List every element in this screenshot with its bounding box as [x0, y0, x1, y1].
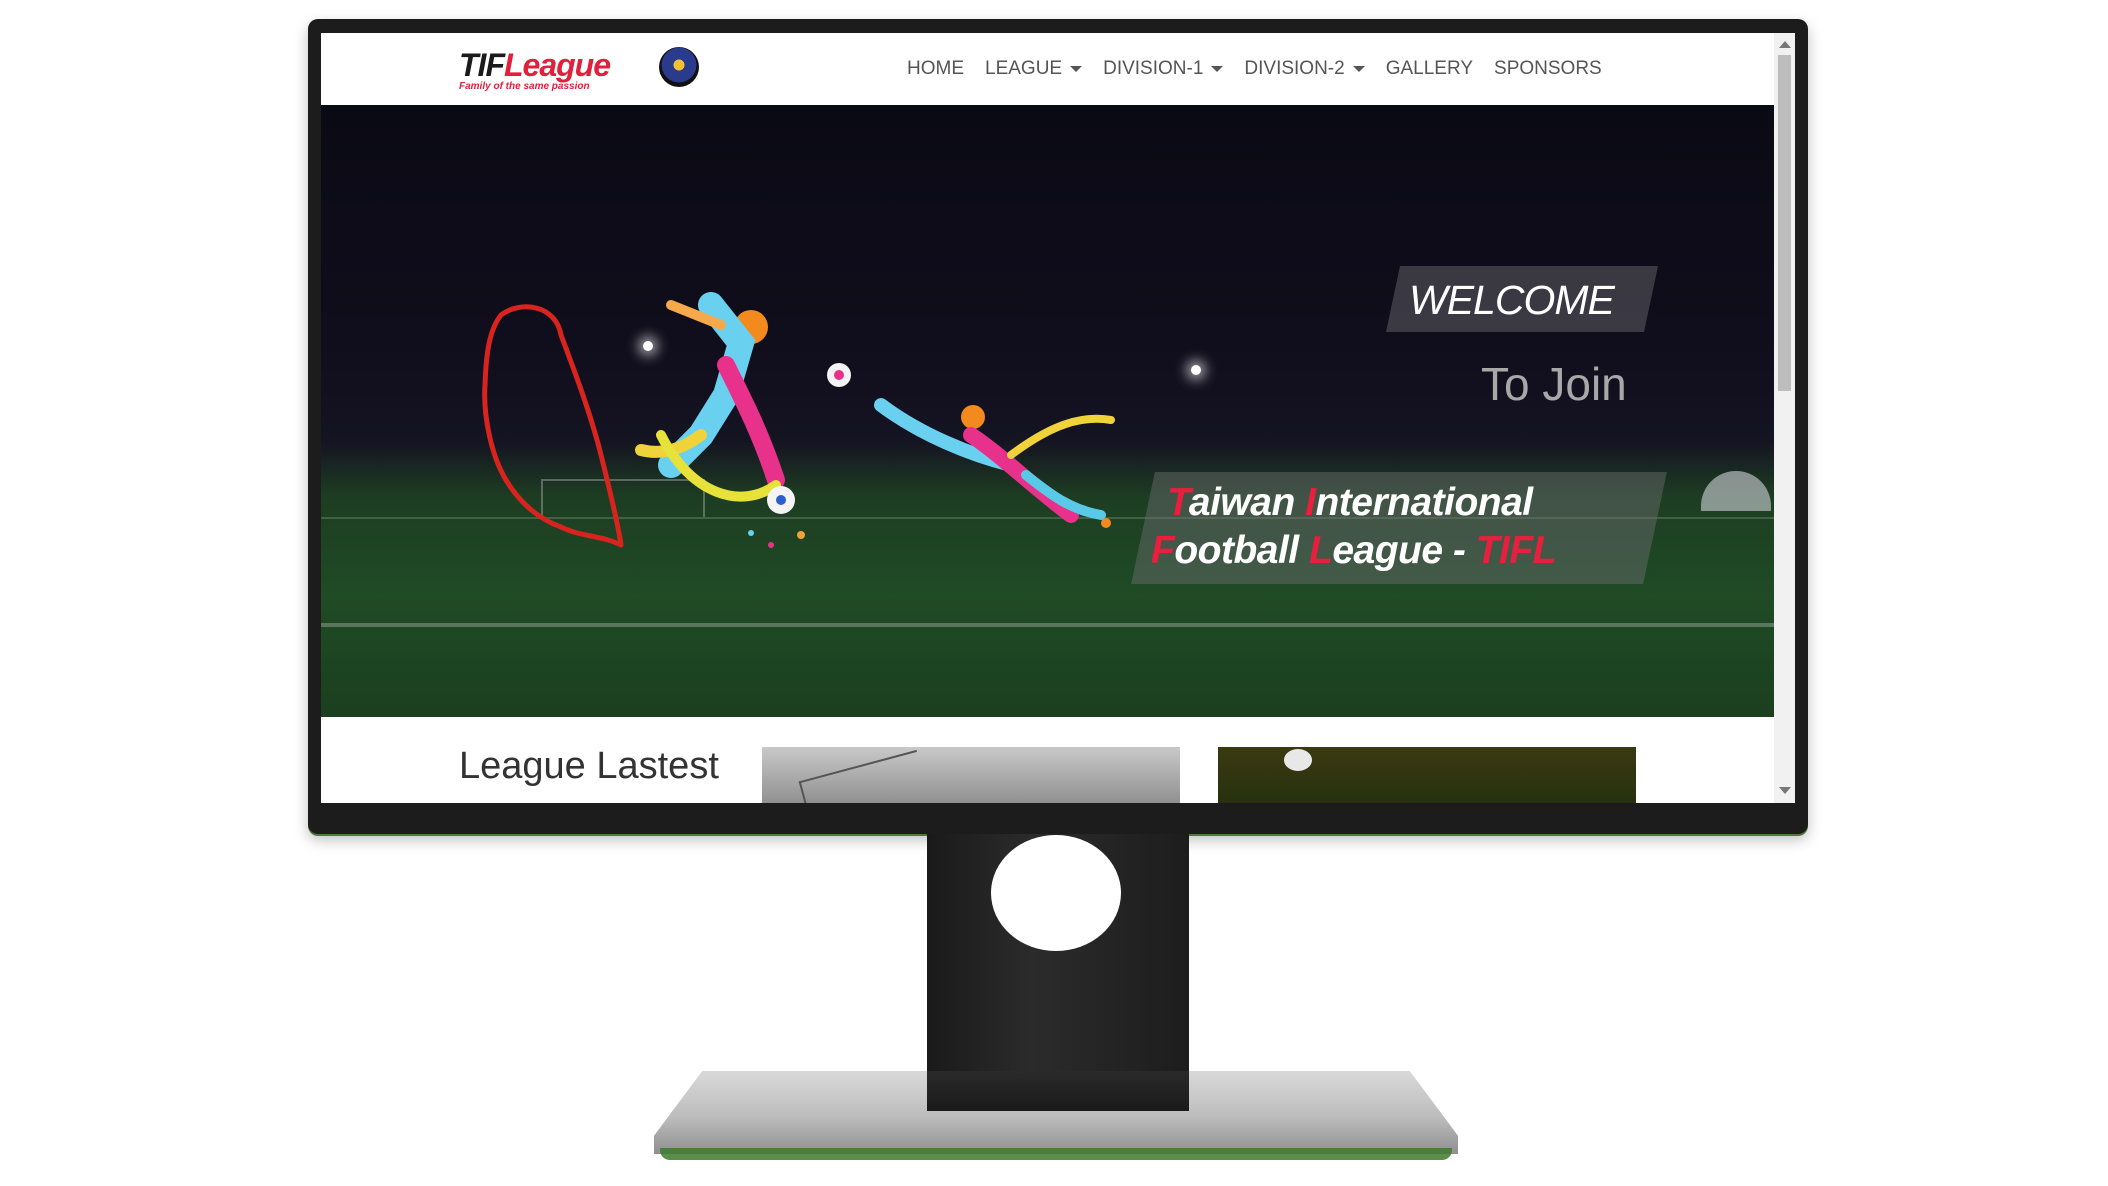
- nav-item-label: HOME: [907, 58, 964, 79]
- logo-wordmark-league: League: [503, 47, 611, 83]
- hero-league-name-line2: Football League - TIFL: [1151, 529, 1557, 573]
- chevron-down-icon: [1352, 66, 1365, 72]
- nav-item-label: GALLERY: [1385, 58, 1474, 79]
- monitor-screen: TIFLeague Family of the same passion HOM…: [321, 33, 1795, 803]
- nav-item-division-1[interactable]: DIVISION-1: [1103, 58, 1224, 80]
- league-abbreviation: TIFL: [1475, 529, 1557, 572]
- tif-league-logo[interactable]: TIFLeague Family of the same passion: [459, 45, 719, 95]
- goal-net-image: [798, 749, 928, 803]
- scrollbar-thumb[interactable]: [1778, 55, 1791, 391]
- word-fragment: nternational: [1315, 481, 1533, 524]
- monitor-stand-cable-hole: [991, 835, 1121, 951]
- football-icon: [1284, 749, 1312, 771]
- page-scrollbar[interactable]: [1774, 33, 1795, 803]
- word-fragment: ootball: [1174, 529, 1309, 572]
- hero-welcome-text: WELCOME: [1409, 277, 1615, 323]
- news-card-thumbnail[interactable]: [1218, 747, 1636, 803]
- initial-letter: I: [1305, 481, 1316, 524]
- main-nav-menu: HOME LEAGUE DIVISION-1 DIVISION-2 GALLERY SPO…: [907, 33, 1623, 105]
- chevron-down-icon: [1070, 66, 1083, 72]
- nav-item-label: DIVISION-2: [1244, 58, 1345, 79]
- logo-wordmark: TIFLeague: [459, 47, 611, 84]
- scroll-up-arrow-icon[interactable]: [1779, 41, 1791, 48]
- word-fragment: eague -: [1332, 529, 1476, 572]
- logo-tagline: Family of the same passion: [459, 81, 590, 92]
- pitch-line: [321, 623, 1774, 627]
- player-kicking-illustration: [635, 292, 805, 548]
- league-badge-icon: [659, 47, 699, 87]
- nav-item-league[interactable]: LEAGUE: [985, 58, 1083, 80]
- hero-to-join-text: To Join: [1481, 358, 1627, 410]
- monitor-base-shadow: [660, 1148, 1452, 1160]
- nav-item-label: DIVISION-1: [1103, 58, 1204, 79]
- hero-banner: WELCOME To Join Taiwan International Foo…: [321, 105, 1774, 717]
- initial-letter: T: [1167, 481, 1189, 524]
- scroll-down-arrow-icon[interactable]: [1779, 787, 1791, 794]
- nav-item-sponsors[interactable]: SPONSORS: [1494, 58, 1602, 80]
- nav-item-gallery[interactable]: GALLERY: [1386, 58, 1473, 80]
- nav-item-label: SPONSORS: [1494, 58, 1602, 79]
- floodlight-icon: [1191, 365, 1201, 375]
- initial-letter: F: [1151, 529, 1175, 572]
- news-card-thumbnail[interactable]: [762, 747, 1180, 803]
- stadium-tent-icon: [1701, 471, 1771, 511]
- section-title-league-latest: League Lastest: [459, 745, 719, 787]
- hero-league-name-line1: Taiwan International: [1167, 481, 1533, 525]
- monitor-stand-foot: [927, 1071, 1189, 1111]
- nav-item-label: LEAGUE: [985, 58, 1063, 79]
- player-diving-illustration: [827, 363, 1115, 528]
- nav-item-division-2[interactable]: DIVISION-2: [1244, 58, 1365, 80]
- top-navbar: TIFLeague Family of the same passion HOM…: [321, 33, 1774, 105]
- word-fragment: aiwan: [1188, 481, 1306, 524]
- nav-item-home[interactable]: HOME: [907, 58, 964, 80]
- initial-letter: L: [1308, 529, 1333, 572]
- chevron-down-icon: [1211, 66, 1224, 72]
- logo-wordmark-tif: TIF: [459, 47, 505, 83]
